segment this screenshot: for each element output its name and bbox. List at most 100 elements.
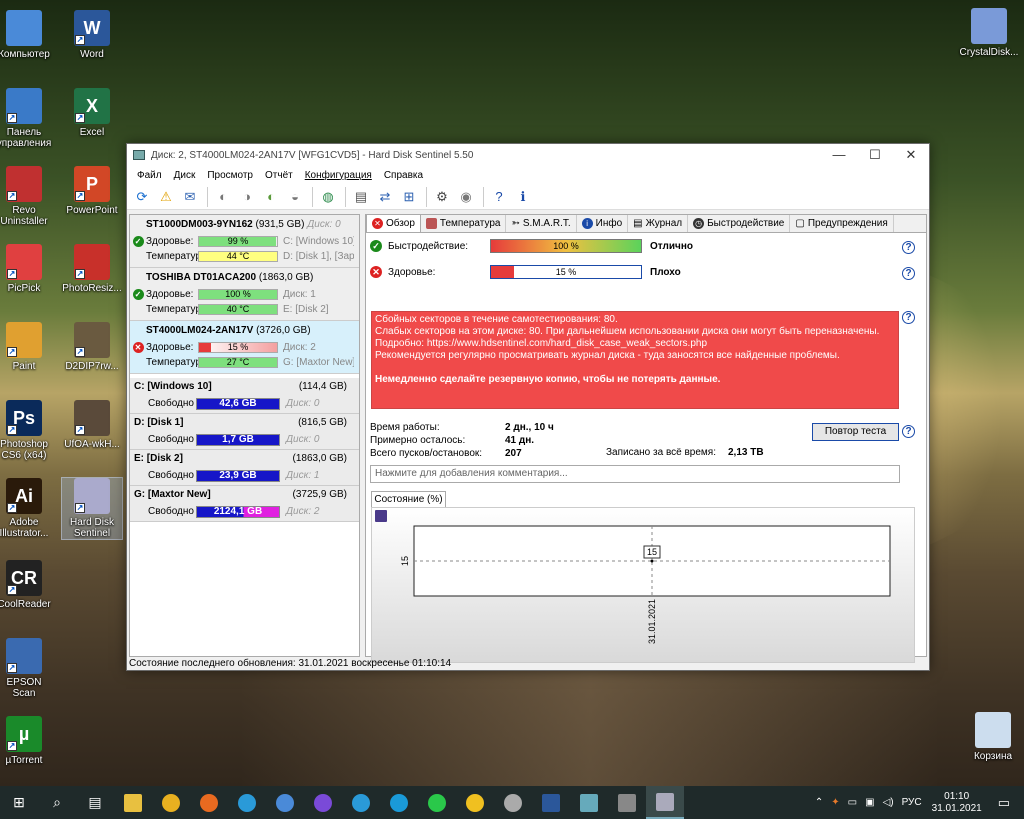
disk-item[interactable]: TOSHIBA DT01ACA200 (1863,0 GB) ✓ Здоровье… (130, 268, 359, 321)
menu-file[interactable]: Файл (131, 170, 168, 181)
report-icon[interactable]: ▤ (350, 186, 372, 208)
tray-arrow-icon[interactable]: ⌃ (815, 797, 823, 808)
desktop-icon[interactable]: Ps ↗ Photoshop CS6 (x64) (0, 400, 54, 461)
telegram-icon[interactable] (342, 786, 380, 819)
desktop-icon-label: UfOA-wkH... (64, 439, 120, 450)
tray-network-icon[interactable]: ▣ (865, 797, 874, 808)
disk-test-icon[interactable]: ◐ (212, 186, 234, 208)
search-icon[interactable]: ⌕ (38, 786, 76, 819)
firefox-icon[interactable] (190, 786, 228, 819)
retest-button[interactable]: Повтор теста (812, 423, 899, 441)
desktop-icon[interactable]: ↗ PhotoResiz... (62, 244, 122, 294)
menu-config[interactable]: Конфигурация (299, 170, 378, 181)
desktop-icon[interactable]: CrystalDisk... (958, 8, 1020, 58)
disk-repair-icon[interactable]: ◒ (284, 186, 306, 208)
desktop-icon[interactable]: X ↗ Excel (62, 88, 122, 138)
desktop-icon-label: Word (80, 49, 104, 60)
desktop-icon[interactable]: Ai ↗ Adobe Illustrator... (0, 478, 54, 539)
viber-icon[interactable] (304, 786, 342, 819)
menu-report[interactable]: Отчёт (259, 170, 299, 181)
desktop-icon[interactable]: W ↗ Word (62, 10, 122, 60)
close-button[interactable]: ✕ (893, 147, 929, 163)
partition-item[interactable]: C: [Windows 10] (114,4 GB) Свободно 42,6 GB… (130, 378, 359, 414)
desktop-icon[interactable]: ↗ UfOA-wkH... (62, 400, 122, 450)
disk-check-icon[interactable]: ◐ (260, 186, 282, 208)
minimize-button[interactable]: — (821, 147, 857, 163)
desktop-icon[interactable]: ↗ Revo Uninstaller (0, 166, 54, 227)
norton-icon[interactable] (456, 786, 494, 819)
whatsapp-icon[interactable] (418, 786, 456, 819)
store-icon[interactable] (266, 786, 304, 819)
x-tick-label: 31.01.2021 (647, 599, 657, 644)
partition-item[interactable]: G: [Maxtor New] (3725,9 GB) Свободно 2124,1… (130, 486, 359, 522)
menu-view[interactable]: Просмотр (201, 170, 259, 181)
desktop-icon[interactable]: CR ↗ CoolReader (0, 560, 54, 610)
tray-app-icon[interactable]: ✦ (831, 797, 839, 808)
disk-temp-value: 27 °C (226, 357, 250, 367)
desktop-icon[interactable]: ↗ Hard Disk Sentinel (61, 477, 123, 540)
tray-disk-icon[interactable]: ▭ (848, 797, 857, 808)
tab-warnings[interactable]: ▢ Предупреждения (790, 215, 894, 232)
partition-item[interactable]: D: [Disk 1] (816,5 GB) Свободно 1,7 GB Диск:… (130, 414, 359, 450)
tray-clock[interactable]: 01:10 31.01.2021 (932, 791, 982, 815)
refresh-icon[interactable]: ⟳ (131, 186, 153, 208)
disk-item[interactable]: ST4000LM024-2AN17V (3726,0 GB) ✕ Здоровье… (130, 321, 359, 374)
skype-icon[interactable] (380, 786, 418, 819)
desktop-icon[interactable]: Компьютер (0, 10, 54, 60)
desktop-icon[interactable]: ↗ Панель управления (0, 88, 54, 149)
desktop-icon[interactable]: ↗ Paint (0, 322, 54, 372)
globe-icon[interactable]: ◍ (317, 186, 339, 208)
tab-info[interactable]: i Инфо (577, 215, 629, 232)
desktop-icon[interactable]: µ ↗ µTorrent (0, 716, 54, 766)
hds-window[interactable]: Диск: 2, ST4000LM024-2AN17V [WFG1CVD5] -… (126, 143, 930, 671)
menu-help[interactable]: Справка (378, 170, 429, 181)
notifications-icon[interactable]: ▭ (998, 795, 1010, 811)
network-icon[interactable]: ⊞ (398, 186, 420, 208)
utorrent-icon: µ ↗ (6, 716, 42, 752)
tray-language[interactable]: РУС (902, 797, 922, 808)
maximize-button[interactable]: ☐ (857, 147, 893, 163)
hdsentinel-icon[interactable] (494, 786, 532, 819)
mail-icon[interactable]: ✉ (179, 186, 201, 208)
desktop-icon[interactable]: ↗ EPSON Scan (0, 638, 54, 699)
desktop-icon[interactable]: ↗ PicPick (0, 244, 54, 294)
help-health-icon[interactable]: ? (902, 267, 915, 280)
tab-performance[interactable]: ◷ Быстродействие (688, 215, 791, 232)
desktop-icon[interactable]: P ↗ PowerPoint (62, 166, 122, 216)
settings-icon[interactable]: ⚙ (431, 186, 453, 208)
partition-item[interactable]: E: [Disk 2] (1863,0 GB) Свободно 23,9 GB Дис… (130, 450, 359, 486)
tray-speaker-icon[interactable]: ◁) (883, 797, 894, 808)
chart-tab-status[interactable]: Состояние (%) (371, 491, 446, 507)
warning-icon[interactable]: ⚠ (155, 186, 177, 208)
tab-overview[interactable]: ✕ Обзор (366, 214, 421, 232)
menu-disk[interactable]: Диск (168, 170, 202, 181)
help-retest-icon[interactable]: ? (902, 425, 915, 438)
calculator-icon[interactable] (608, 786, 646, 819)
export-icon[interactable]: ⇄ (374, 186, 396, 208)
desktop-icon[interactable]: ↗ D2DIP7rw... (62, 322, 122, 372)
help-perf-icon[interactable]: ? (902, 241, 915, 254)
help-alert-icon[interactable]: ? (902, 311, 915, 324)
desktop-icon[interactable]: Корзина (962, 712, 1024, 762)
help-icon[interactable]: ? (488, 186, 510, 208)
tab-smart[interactable]: ➳ S.M.A.R.T. (506, 215, 577, 232)
disk-name: ST4000LM024-2AN17V (146, 325, 254, 336)
comment-input[interactable]: Нажмите для добавления комментария... (370, 465, 900, 483)
info-icon[interactable]: ℹ (512, 186, 534, 208)
disk-surface-icon[interactable]: ◑ (236, 186, 258, 208)
edge-icon[interactable] (228, 786, 266, 819)
options-icon[interactable]: ◉ (455, 186, 477, 208)
disk-item[interactable]: ST1000DM003-9YN162 (931,5 GB) Диск: 0 ✓ Зд… (130, 215, 359, 268)
task-view-icon[interactable]: ▤ (76, 786, 114, 819)
tab-log[interactable]: ▤ Журнал (628, 215, 689, 232)
notepad-icon[interactable] (570, 786, 608, 819)
hdsentinel-active-icon[interactable] (646, 786, 684, 819)
tab-temperature[interactable]: Температура (421, 215, 507, 232)
word-icon[interactable] (532, 786, 570, 819)
disk-temp-bar: 44 °C (198, 251, 278, 262)
partition-free-bar: 23,9 GB (196, 469, 280, 482)
title-bar[interactable]: Диск: 2, ST4000LM024-2AN17V [WFG1CVD5] -… (127, 144, 929, 166)
chrome-icon[interactable] (152, 786, 190, 819)
start-icon[interactable]: ⊞ (0, 786, 38, 819)
explorer-icon[interactable] (114, 786, 152, 819)
